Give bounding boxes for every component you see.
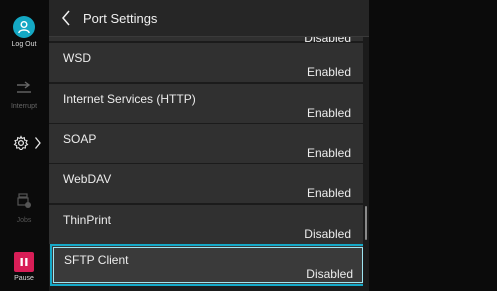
port-row-webdav[interactable]: WebDAV Enabled [49, 164, 363, 204]
port-name: SFTP Client [64, 253, 129, 267]
empty-area [369, 0, 497, 291]
chevron-right-icon [34, 136, 42, 155]
port-status: Disabled [306, 267, 353, 281]
port-status: Enabled [306, 186, 351, 200]
port-row-thinprint[interactable]: ThinPrint Disabled [49, 205, 363, 245]
port-list[interactable]: Disabled WSD Enabled Internet Services (… [49, 37, 363, 291]
port-name: Internet Services (HTTP) [63, 92, 196, 106]
user-icon [13, 16, 35, 38]
back-arrow-icon[interactable] [61, 9, 75, 27]
page-title: Port Settings [83, 11, 158, 26]
sidebar: Log Out Interrupt Jobs Pause [0, 0, 48, 291]
port-status: Disabled [304, 227, 351, 241]
scrollbar[interactable] [365, 206, 367, 240]
port-row-soap[interactable]: SOAP Enabled [49, 124, 363, 164]
port-row-sftp-client[interactable]: SFTP Client Disabled [50, 244, 363, 286]
port-status: Enabled [306, 106, 351, 120]
port-name: ThinPrint [63, 213, 112, 227]
jobs-icon [16, 193, 32, 213]
jobs-button[interactable]: Jobs [0, 193, 48, 224]
port-status: Enabled [306, 146, 351, 160]
port-row-wsd[interactable]: WSD Enabled [49, 43, 363, 83]
pause-icon [14, 252, 34, 272]
interrupt-button[interactable]: Interrupt [0, 80, 48, 110]
gear-icon [13, 134, 29, 156]
interrupt-label: Interrupt [10, 103, 38, 110]
pause-label: Pause [14, 275, 34, 282]
header-bar: Port Settings [49, 0, 369, 37]
device-settings-button[interactable] [13, 134, 47, 156]
port-name: SOAP [63, 132, 97, 146]
port-row[interactable]: Disabled [49, 37, 363, 45]
port-name: WSD [63, 51, 91, 65]
logout-label: Log Out [11, 41, 37, 48]
port-name: WebDAV [63, 172, 112, 186]
interrupt-icon [15, 81, 33, 100]
pause-button[interactable]: Pause [0, 252, 48, 282]
port-status: Enabled [306, 65, 351, 79]
device-screen: Log Out Interrupt Jobs Pause Port Settin… [0, 0, 497, 291]
settings-panel: Port Settings Disabled WSD Enabled Inter… [49, 0, 369, 291]
port-row-internet-services[interactable]: Internet Services (HTTP) Enabled [49, 84, 363, 124]
jobs-label: Jobs [16, 217, 32, 224]
logout-button[interactable]: Log Out [0, 16, 48, 48]
